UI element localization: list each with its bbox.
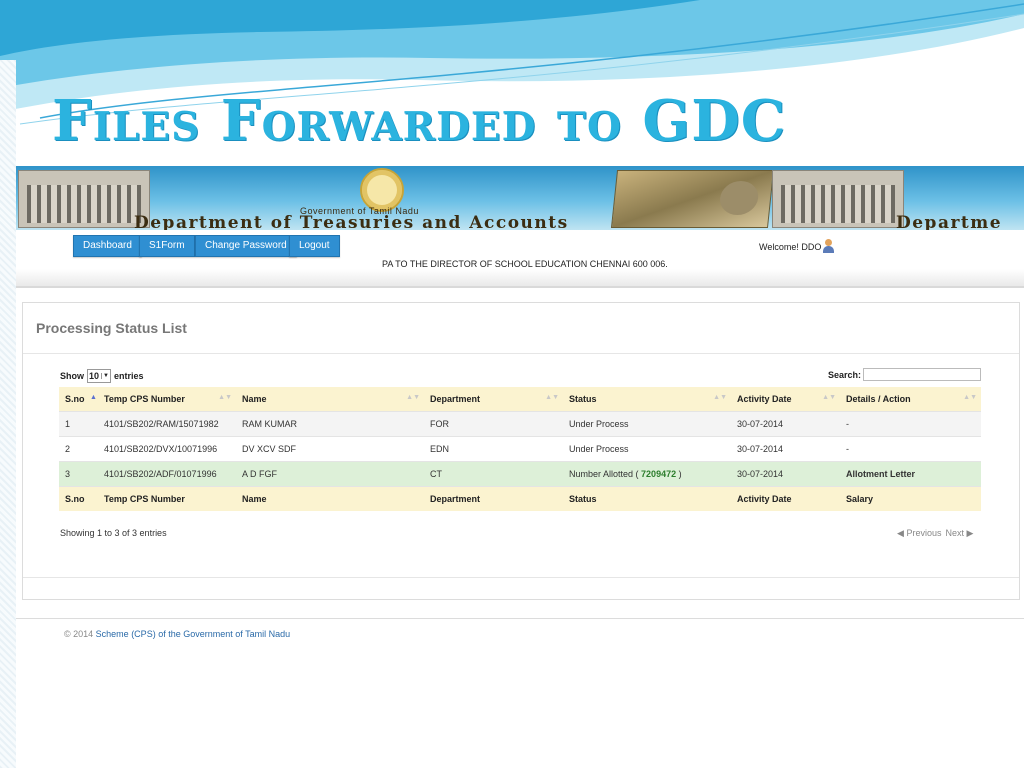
- page-footer: © 2014 Scheme (CPS) of the Government of…: [64, 629, 290, 639]
- search-control: Search:: [828, 368, 982, 381]
- sort-icon: ▲▼: [822, 394, 836, 401]
- column-header-department[interactable]: Department ▲▼: [424, 387, 563, 412]
- entries-label: entries: [113, 371, 144, 381]
- department-title: Department of Treasuries and Accounts: [134, 213, 569, 230]
- sort-asc-icon: ▲: [90, 394, 97, 401]
- footer-scheme-text: Scheme (CPS) of the Government of Tamil …: [95, 629, 291, 639]
- column-header-sno[interactable]: S.no ▲: [59, 387, 98, 412]
- cell-name: DV XCV SDF: [236, 436, 424, 462]
- arrow-right-icon: ▶: [966, 528, 974, 538]
- status-close: ): [678, 469, 682, 479]
- entries-select[interactable]: 10 ▼: [87, 369, 111, 383]
- department-title-repeat: Departme: [896, 213, 1003, 230]
- next-button[interactable]: Next ▶: [945, 528, 973, 539]
- column-header-details[interactable]: Details / Action ▲▼: [840, 387, 981, 412]
- processing-status-panel: Processing Status List Show 10 ▼ entries…: [22, 302, 1020, 600]
- cell-status: Number Allotted ( 7209472 ): [563, 461, 731, 487]
- footer-name: Name: [236, 486, 424, 511]
- table-row: 2 4101/SB202/DVX/10071996 DV XCV SDF EDN…: [59, 436, 981, 462]
- status-text: Number Allotted (: [569, 469, 639, 479]
- slide-title: Files Forwarded to GDC: [52, 88, 787, 154]
- cell-activity-date: 30-07-2014: [731, 411, 840, 437]
- user-icon: [822, 239, 835, 253]
- footer-department: Department: [424, 486, 563, 511]
- column-header-name[interactable]: Name ▲▼: [236, 387, 424, 412]
- building-image: [18, 170, 150, 228]
- allotted-number: 7209472: [641, 469, 677, 479]
- table-header-row: S.no ▲ Temp CPS Number ▲▼ Name ▲▼ Departmen…: [59, 387, 981, 412]
- sort-icon: ▲▼: [963, 394, 977, 401]
- cell-sno: 3: [59, 461, 98, 487]
- cell-department: CT: [424, 461, 563, 487]
- slide-side-strip: [0, 60, 16, 768]
- change-password-button[interactable]: Change Password: [195, 235, 297, 257]
- header-banner: Government of Tamil Nadu Department of T…: [16, 166, 1024, 230]
- cps-number-link[interactable]: 4101/SB202/DVX/10071996: [98, 436, 236, 462]
- s1form-button[interactable]: S1Form: [139, 235, 195, 257]
- footer-activity-date: Activity Date: [731, 486, 840, 511]
- panel-footer-divider: [23, 577, 1019, 578]
- cell-action: -: [840, 411, 981, 437]
- cell-activity-date: 30-07-2014: [731, 461, 840, 487]
- panel-title: Processing Status List: [36, 320, 187, 336]
- cell-name: A D FGF: [236, 461, 424, 487]
- chevron-down-icon: ▼: [101, 373, 109, 379]
- cell-action: -: [840, 436, 981, 462]
- dashboard-button[interactable]: Dashboard: [73, 235, 142, 257]
- allotment-letter-link[interactable]: Allotment Letter: [840, 461, 981, 487]
- copyright: © 2014: [64, 629, 94, 639]
- cell-department: EDN: [424, 436, 563, 462]
- table-row: 3 4101/SB202/ADF/01071996 A D FGF CT Num…: [59, 461, 981, 487]
- entries-select-value: 10: [89, 371, 100, 381]
- sort-icon: ▲▼: [218, 394, 232, 401]
- footer-status: Status: [563, 486, 731, 511]
- entries-length-control: Show 10 ▼ entries: [60, 369, 143, 383]
- cell-activity-date: 30-07-2014: [731, 436, 840, 462]
- status-table: S.no ▲ Temp CPS Number ▲▼ Name ▲▼ Departmen…: [59, 387, 981, 511]
- cps-number-link[interactable]: 4101/SB202/ADF/01071996: [98, 461, 236, 487]
- cps-number-link[interactable]: 4101/SB202/RAM/15071982: [98, 411, 236, 437]
- table-footer-row: S.no Temp CPS Number Name Department Sta…: [59, 486, 981, 511]
- arrow-left-icon: ◀: [897, 528, 904, 538]
- footer-cps: Temp CPS Number: [98, 486, 236, 511]
- sort-icon: ▲▼: [713, 394, 727, 401]
- cell-name: RAM KUMAR: [236, 411, 424, 437]
- pagination: ◀ Previous Next ▶: [897, 528, 973, 539]
- footer-salary: Salary: [840, 486, 981, 511]
- panel-divider: [23, 353, 1019, 354]
- column-header-activity-date[interactable]: Activity Date ▲▼: [731, 387, 840, 412]
- welcome-text: Welcome! DDO: [759, 242, 822, 252]
- app-screenshot: Government of Tamil Nadu Department of T…: [16, 166, 1024, 768]
- search-input[interactable]: [863, 368, 982, 381]
- sort-icon: ▲▼: [406, 394, 420, 401]
- table-info: Showing 1 to 3 of 3 entries: [60, 528, 167, 538]
- currency-notes-image: [610, 170, 775, 228]
- cell-sno: 2: [59, 436, 98, 462]
- footer-sno: S.no: [59, 486, 98, 511]
- show-label: Show: [60, 371, 84, 381]
- building-image-right: [772, 170, 904, 228]
- search-label: Search:: [828, 369, 862, 380]
- top-navbar: Dashboard S1Form Change Password Logout …: [16, 230, 1024, 288]
- footer-divider: [16, 618, 1024, 619]
- office-name: PA TO THE DIRECTOR OF SCHOOL EDUCATION C…: [382, 259, 668, 269]
- cell-status: Under Process: [563, 436, 731, 462]
- previous-button[interactable]: ◀ Previous: [897, 528, 941, 539]
- table-row: 1 4101/SB202/RAM/15071982 RAM KUMAR FOR …: [59, 411, 981, 437]
- cell-status: Under Process: [563, 411, 731, 437]
- logout-button[interactable]: Logout: [289, 235, 340, 257]
- cell-sno: 1: [59, 411, 98, 437]
- cell-department: FOR: [424, 411, 563, 437]
- column-header-cps[interactable]: Temp CPS Number ▲▼: [98, 387, 236, 412]
- sort-icon: ▲▼: [545, 394, 559, 401]
- column-header-status[interactable]: Status ▲▼: [563, 387, 731, 412]
